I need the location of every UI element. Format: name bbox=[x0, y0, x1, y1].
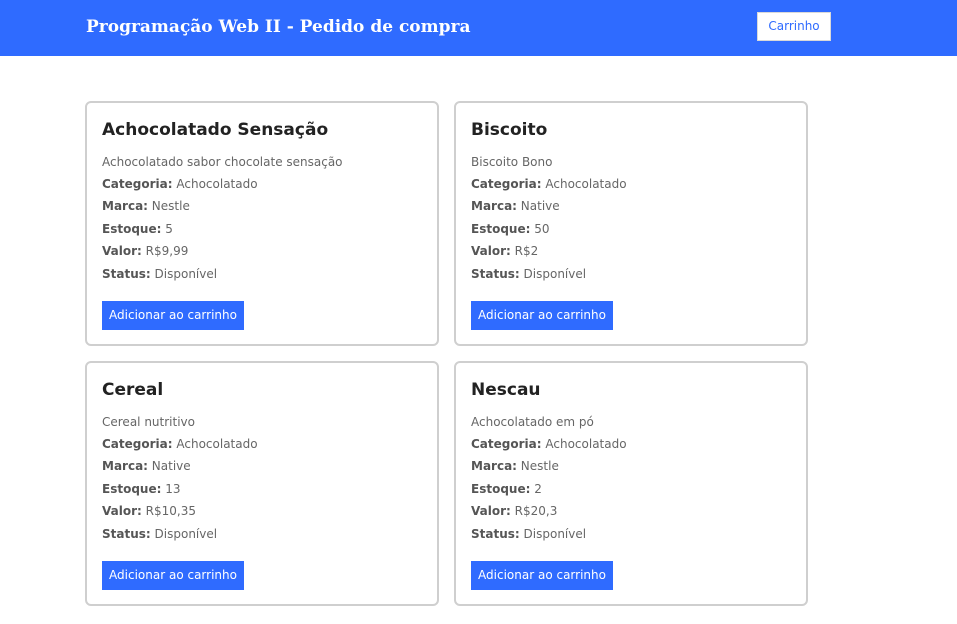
add-to-cart-button[interactable]: Adicionar ao carrinho bbox=[471, 301, 613, 330]
category-label: Categoria: bbox=[471, 177, 542, 191]
product-brand: Marca: Nestle bbox=[471, 458, 559, 474]
status-value: Disponível bbox=[523, 267, 587, 281]
product-name: Biscoito bbox=[471, 120, 548, 140]
stock-label: Estoque: bbox=[102, 482, 162, 496]
stock-label: Estoque: bbox=[471, 482, 531, 496]
product-stock: Estoque: 13 bbox=[102, 481, 181, 497]
category-value: Achocolatado bbox=[545, 177, 627, 191]
value-amount: R$2 bbox=[514, 244, 539, 258]
product-card: Nescau Achocolatado em pó Categoria: Ach… bbox=[454, 361, 808, 606]
product-name: Achocolatado Sensação bbox=[102, 120, 329, 140]
category-label: Categoria: bbox=[471, 437, 542, 451]
brand-label: Marca: bbox=[471, 459, 517, 473]
brand-value: Native bbox=[151, 459, 191, 473]
product-brand: Marca: Native bbox=[102, 458, 191, 474]
product-status: Status: Disponível bbox=[102, 526, 217, 542]
product-value: Valor: R$9,99 bbox=[102, 243, 188, 259]
category-label: Categoria: bbox=[102, 177, 173, 191]
product-category: Categoria: Achocolatado bbox=[102, 176, 258, 192]
product-category: Categoria: Achocolatado bbox=[471, 436, 627, 452]
product-value: Valor: R$20,3 bbox=[471, 503, 557, 519]
category-label: Categoria: bbox=[102, 437, 173, 451]
product-name: Cereal bbox=[102, 380, 164, 400]
value-amount: R$9,99 bbox=[145, 244, 189, 258]
product-name: Nescau bbox=[471, 380, 541, 400]
value-label: Valor: bbox=[471, 244, 511, 258]
product-brand: Marca: Nestle bbox=[102, 198, 190, 214]
product-description: Biscoito Bono bbox=[471, 155, 553, 169]
product-stock: Estoque: 5 bbox=[102, 221, 173, 237]
add-to-cart-button[interactable]: Adicionar ao carrinho bbox=[102, 301, 244, 330]
product-category: Categoria: Achocolatado bbox=[102, 436, 258, 452]
product-status: Status: Disponível bbox=[471, 266, 586, 282]
value-label: Valor: bbox=[102, 504, 142, 518]
brand-label: Marca: bbox=[102, 199, 148, 213]
brand-value: Nestle bbox=[520, 459, 559, 473]
product-card: Achocolatado Sensação Achocolatado sabor… bbox=[85, 101, 439, 346]
product-category: Categoria: Achocolatado bbox=[471, 176, 627, 192]
product-card: Cereal Cereal nutritivo Categoria: Achoc… bbox=[85, 361, 439, 606]
product-brand: Marca: Native bbox=[471, 198, 560, 214]
product-value: Valor: R$10,35 bbox=[102, 503, 196, 519]
status-label: Status: bbox=[471, 267, 520, 281]
product-status: Status: Disponível bbox=[471, 526, 586, 542]
stock-label: Estoque: bbox=[102, 222, 162, 236]
category-value: Achocolatado bbox=[176, 437, 258, 451]
stock-value: 13 bbox=[165, 482, 181, 496]
status-label: Status: bbox=[102, 527, 151, 541]
stock-label: Estoque: bbox=[471, 222, 531, 236]
add-to-cart-button[interactable]: Adicionar ao carrinho bbox=[471, 561, 613, 590]
product-description: Achocolatado sabor chocolate sensação bbox=[102, 155, 343, 169]
stock-value: 2 bbox=[534, 482, 542, 496]
value-label: Valor: bbox=[471, 504, 511, 518]
product-stock: Estoque: 2 bbox=[471, 481, 542, 497]
category-value: Achocolatado bbox=[176, 177, 258, 191]
product-stock: Estoque: 50 bbox=[471, 221, 550, 237]
status-value: Disponível bbox=[523, 527, 587, 541]
status-label: Status: bbox=[471, 527, 520, 541]
status-value: Disponível bbox=[154, 527, 218, 541]
value-label: Valor: bbox=[102, 244, 142, 258]
brand-label: Marca: bbox=[102, 459, 148, 473]
product-card: Biscoito Biscoito Bono Categoria: Achoco… bbox=[454, 101, 808, 346]
category-value: Achocolatado bbox=[545, 437, 627, 451]
cart-button[interactable]: Carrinho bbox=[757, 12, 831, 41]
stock-value: 50 bbox=[534, 222, 550, 236]
product-description: Cereal nutritivo bbox=[102, 415, 195, 429]
brand-label: Marca: bbox=[471, 199, 517, 213]
status-label: Status: bbox=[102, 267, 151, 281]
product-value: Valor: R$2 bbox=[471, 243, 538, 259]
brand-value: Nestle bbox=[151, 199, 190, 213]
value-amount: R$20,3 bbox=[514, 504, 558, 518]
page-title: Programação Web II - Pedido de compra bbox=[86, 17, 471, 37]
value-amount: R$10,35 bbox=[145, 504, 196, 518]
top-header: Programação Web II - Pedido de compra Ca… bbox=[0, 0, 957, 56]
brand-value: Native bbox=[520, 199, 560, 213]
stock-value: 5 bbox=[165, 222, 173, 236]
product-description: Achocolatado em pó bbox=[471, 415, 594, 429]
add-to-cart-button[interactable]: Adicionar ao carrinho bbox=[102, 561, 244, 590]
product-status: Status: Disponível bbox=[102, 266, 217, 282]
status-value: Disponível bbox=[154, 267, 218, 281]
